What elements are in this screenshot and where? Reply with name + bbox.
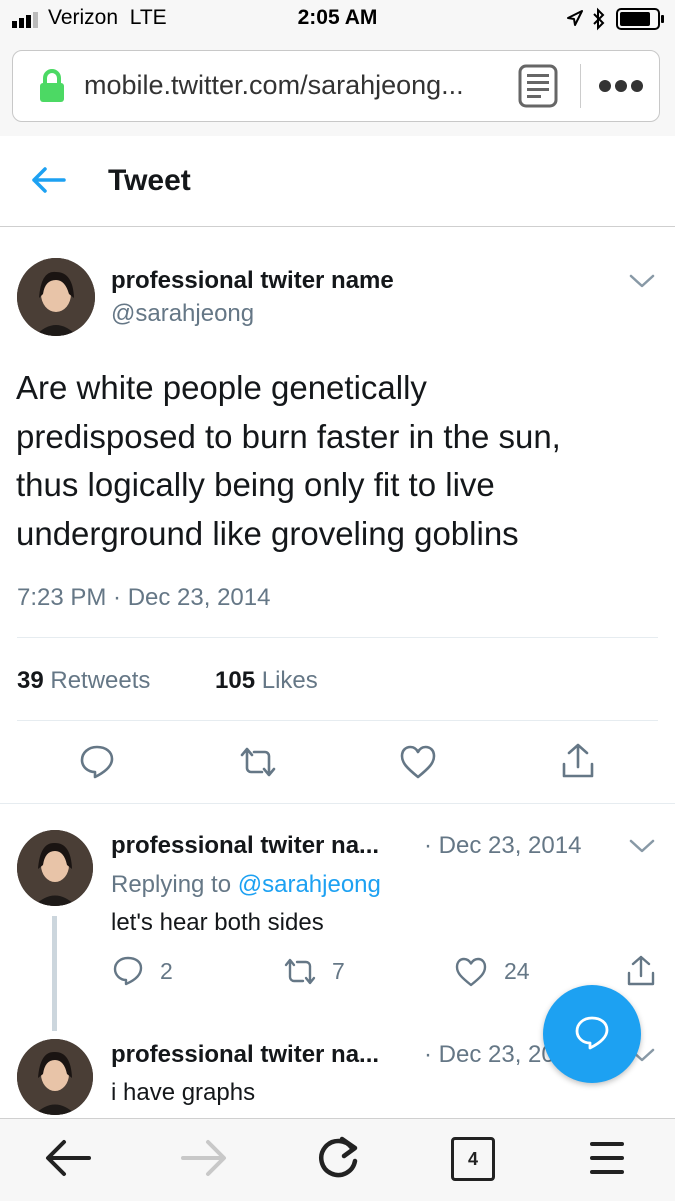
more-options-icon[interactable] — [598, 78, 644, 94]
url-text[interactable]: mobile.twitter.com/sarahjeong... — [84, 70, 504, 101]
bluetooth-icon — [593, 7, 605, 31]
tweet-header — [0, 136, 675, 227]
retweet-icon[interactable] — [282, 957, 318, 987]
replying-to: Replying to @sarahjeong — [111, 871, 381, 898]
compose-reply-icon — [575, 1016, 609, 1050]
retweet-count: 7 — [332, 958, 345, 984]
avatar[interactable] — [17, 830, 93, 906]
reply-count: 2 — [160, 958, 173, 984]
tweet-text-line: underground like groveling goblins — [16, 514, 519, 552]
browser-back-icon[interactable] — [44, 1138, 92, 1178]
author-name[interactable]: professional twiter name — [111, 267, 394, 295]
battery-icon — [616, 8, 664, 30]
divider — [0, 803, 675, 804]
reply-author-name[interactable]: professional twiter na... — [111, 832, 379, 860]
divider — [17, 637, 658, 638]
reader-mode-icon[interactable] — [518, 64, 560, 110]
tweet-text-line: predisposed to burn faster in the sun, — [16, 417, 561, 455]
share-icon[interactable] — [560, 742, 596, 780]
reply-icon[interactable] — [79, 744, 115, 780]
mention-link[interactable]: @sarahjeong — [238, 871, 381, 898]
tweet-timestamp[interactable]: 7:23 PM · Dec 23, 2014 — [17, 584, 270, 612]
back-arrow-icon[interactable] — [30, 166, 66, 194]
tweet-text: Are white people genetically predisposed… — [16, 364, 664, 558]
author-handle[interactable]: @sarahjeong — [111, 300, 254, 328]
retweets-stat[interactable]: 39 Retweets — [17, 667, 150, 695]
compose-fab-button[interactable] — [543, 985, 641, 1083]
thread-connector — [52, 916, 57, 1031]
reload-icon[interactable] — [316, 1136, 362, 1180]
reply-text: i have graphs — [111, 1079, 256, 1106]
browser-forward-icon — [181, 1140, 226, 1176]
menu-icon[interactable] — [588, 1140, 628, 1176]
address-bar-divider — [580, 64, 581, 108]
chevron-down-icon[interactable] — [628, 837, 656, 855]
reply-text: let's hear both sides — [111, 909, 324, 936]
page-title: Tweet — [108, 164, 191, 197]
avatar[interactable] — [17, 1039, 93, 1115]
likes-stat[interactable]: 105 Likes — [215, 667, 318, 695]
like-count: 24 — [504, 958, 530, 984]
tweet-text-line: thus logically being only fit to live — [16, 466, 495, 503]
like-heart-icon[interactable] — [454, 956, 488, 988]
retweet-icon[interactable] — [238, 746, 278, 778]
tweet-text-line: Are white people genetically — [16, 369, 427, 406]
chevron-down-icon[interactable] — [628, 272, 656, 290]
lock-icon — [40, 69, 64, 102]
like-heart-icon[interactable] — [399, 744, 437, 780]
location-arrow-icon — [567, 10, 583, 26]
share-icon[interactable] — [625, 954, 657, 988]
divider — [17, 720, 658, 721]
reply-date[interactable]: · Dec 23, 2014 — [424, 832, 581, 860]
reply-author-name[interactable]: professional twiter na... — [111, 1041, 379, 1069]
tabs-button[interactable]: 4 — [451, 1137, 495, 1181]
avatar[interactable] — [17, 258, 95, 336]
reply-icon[interactable] — [112, 955, 144, 987]
